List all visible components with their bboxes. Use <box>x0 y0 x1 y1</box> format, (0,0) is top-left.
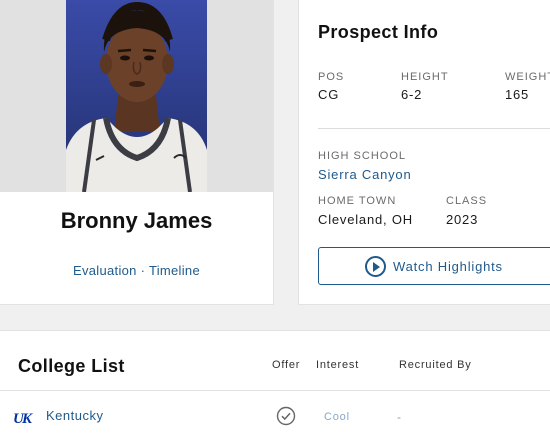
interest-value: Cool <box>324 411 350 423</box>
check-circle-icon <box>276 406 296 426</box>
home-town-label: HOME TOWN <box>318 195 397 207</box>
pos-value: CG <box>318 87 340 102</box>
class-label: CLASS <box>446 195 488 207</box>
college-list-title: College List <box>18 356 125 376</box>
interest-column-header: Interest <box>316 359 360 371</box>
prospect-info-title: Prospect Info <box>318 22 439 42</box>
player-photo-illustration <box>66 0 207 192</box>
player-photo <box>66 0 207 192</box>
home-town-value: Cleveland, OH <box>318 212 413 227</box>
watch-highlights-button[interactable]: Watch Highlights <box>318 247 550 285</box>
timeline-link[interactable]: Timeline <box>149 263 200 278</box>
player-card: Bronny James Evaluation · Timeline <box>0 0 274 305</box>
svg-text:K: K <box>21 411 33 426</box>
high-school-link[interactable]: Sierra Canyon <box>318 167 412 182</box>
photo-area <box>0 0 273 192</box>
recruited-by-column-header: Recruited By <box>399 359 472 371</box>
offer-column-header: Offer <box>272 359 301 371</box>
player-links: Evaluation · Timeline <box>0 263 273 278</box>
watch-highlights-label: Watch Highlights <box>393 258 503 274</box>
player-name: Bronny James <box>60 208 213 233</box>
link-separator: · <box>140 263 146 278</box>
height-value: 6-2 <box>401 87 423 102</box>
height-label: HEIGHT <box>401 71 449 83</box>
weight-value: 165 <box>505 87 530 102</box>
kentucky-logo: U K <box>13 411 33 426</box>
table-row: U K Kentucky Cool - <box>0 391 550 441</box>
pos-label: POS <box>318 71 345 83</box>
high-school-label: HIGH SCHOOL <box>318 150 407 162</box>
play-circle-icon <box>365 255 386 277</box>
school-name-link[interactable]: Kentucky <box>46 408 103 423</box>
prospect-info-card: Prospect Info POS CG HEIGHT 6-2 WEIGHT 1… <box>298 0 550 305</box>
weight-label: WEIGHT <box>505 71 550 83</box>
evaluation-link[interactable]: Evaluation <box>73 263 137 278</box>
info-divider <box>318 128 550 129</box>
college-list-card: College List Offer Interest Recruited By… <box>0 330 550 442</box>
class-value: 2023 <box>446 212 479 227</box>
recruited-by-value: - <box>397 410 401 424</box>
